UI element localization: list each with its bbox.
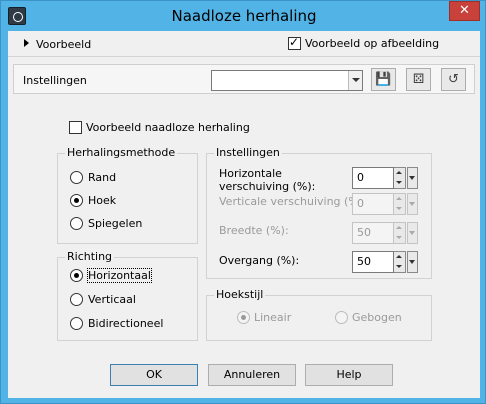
vertical-offset-label: Verticale verschuiving (%): [219,195,367,208]
title-bar[interactable]: Naadloze herhaling ✕ [1,1,486,31]
radio-gebogen-label[interactable]: Gebogen [352,311,402,324]
settings-label: Instellingen [23,74,87,87]
radio-hoek[interactable] [70,194,83,207]
chevron-down-icon[interactable] [407,167,418,189]
transition-stepper[interactable]: 50 [352,251,418,273]
chevron-down-icon[interactable] [348,71,362,90]
randomize-button[interactable]: ⚄ [406,68,431,91]
chevron-down-icon[interactable] [407,251,418,273]
width-value[interactable]: 50 [352,222,394,244]
radio-lineair[interactable] [237,311,250,324]
presets-row: Instellingen 💾 ⚄ ↺ [13,64,475,94]
tiling-method-title: Herhalingsmethode [65,146,178,159]
radio-spiegelen-label[interactable]: Spiegelen [88,217,142,230]
transition-label: Overgang (%): [219,254,300,267]
vertical-offset-value[interactable]: 0 [352,193,394,215]
transition-value[interactable]: 50 [352,251,394,273]
preview-on-image-checkbox[interactable] [288,35,301,50]
radio-bidirectioneel[interactable] [70,317,83,330]
horizontal-offset-stepper[interactable]: 0 [352,167,418,189]
tiling-method-group: Herhalingsmethode Rand Hoek Spiegelen [57,146,198,244]
radio-spiegelen[interactable] [70,217,83,230]
corner-style-group: Hoekstijl Lineair Gebogen [206,288,432,341]
cancel-button[interactable]: Annuleren [208,364,296,386]
radio-rand-label[interactable]: Rand [88,171,116,184]
reset-button[interactable]: ↺ [441,68,466,91]
radio-horizontaal-label[interactable]: Horizontaal [87,268,152,283]
spin-updown-icon[interactable] [394,222,406,244]
corner-style-title: Hoekstijl [214,288,266,301]
preview-row: Voorbeeld Voorbeeld op afbeelding [8,31,480,57]
radio-rand[interactable] [70,171,83,184]
preview-on-image-label[interactable]: Voorbeeld op afbeelding [305,37,439,50]
chevron-down-icon[interactable] [407,222,418,244]
horizontal-offset-label: Horizontale verschuiving (%): [219,167,316,193]
radio-lineair-label[interactable]: Lineair [254,311,291,324]
save-preset-button[interactable]: 💾 [371,68,396,91]
preview-seamless-label[interactable]: Voorbeeld naadloze herhaling [86,121,250,134]
settings-group: Instellingen Horizontale verschuiving (%… [206,146,432,279]
dialog-client-area: Voorbeeld Voorbeeld op afbeelding Instel… [8,31,480,398]
vertical-offset-stepper[interactable]: 0 [352,193,418,215]
radio-horizontaal[interactable] [70,269,83,282]
direction-title: Richting [65,250,115,263]
help-button[interactable]: Help [305,364,393,386]
expand-preview-icon[interactable] [24,39,29,47]
ok-button[interactable]: OK [110,364,198,386]
preset-dropdown[interactable] [211,70,363,91]
spin-updown-icon[interactable] [394,251,406,273]
radio-hoek-label[interactable]: Hoek [88,194,116,207]
reset-icon: ↺ [448,72,459,87]
radio-verticaal[interactable] [70,293,83,306]
radio-verticaal-label[interactable]: Verticaal [88,293,136,306]
width-stepper[interactable]: 50 [352,222,418,244]
randomize-icon: ⚄ [412,72,425,87]
horizontal-offset-value[interactable]: 0 [352,167,394,189]
spin-updown-icon[interactable] [394,193,406,215]
chevron-down-icon[interactable] [407,193,418,215]
save-preset-icon: 💾 [375,72,392,87]
preview-seamless-checkbox[interactable] [69,121,82,134]
close-button[interactable]: ✕ [449,1,480,21]
dialog-window: Naadloze herhaling ✕ Voorbeeld Voorbeeld… [0,0,486,404]
width-label: Breedte (%): [219,224,289,237]
preview-label[interactable]: Voorbeeld [36,38,91,51]
spin-updown-icon[interactable] [394,167,406,189]
radio-bidirectioneel-label[interactable]: Bidirectioneel [88,317,163,330]
settings-group-title: Instellingen [214,146,282,159]
radio-gebogen[interactable] [335,311,348,324]
direction-group: Richting Horizontaal Verticaal Bidirecti… [57,250,198,341]
window-title: Naadloze herhaling [171,7,317,25]
